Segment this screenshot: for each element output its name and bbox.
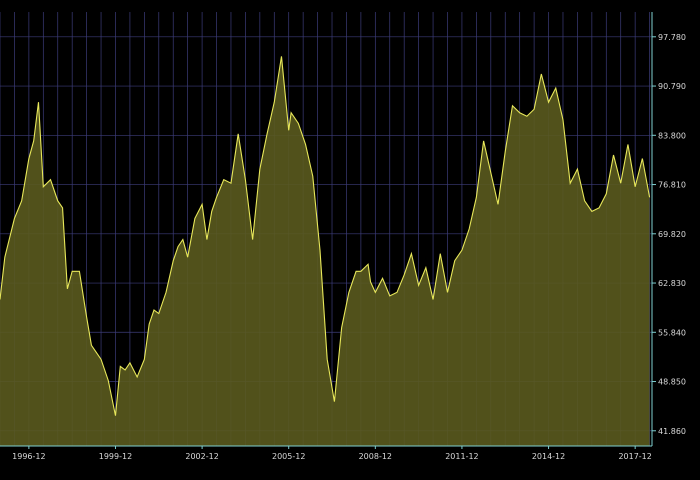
area-chart: 97.780 90.790 83.800 76.810 69.820 62.830 55.8… [0, 0, 700, 480]
x-tick-label: 1996-12 [12, 452, 45, 461]
x-tick-label: 2002-12 [185, 452, 218, 461]
y-tick-label: 90.790 [658, 82, 686, 91]
x-tick-label: 2014-12 [532, 452, 565, 461]
y-tick-label: 97.780 [658, 33, 686, 42]
x-tick-label: 1999-12 [99, 452, 132, 461]
x-tick-label: 2011-12 [445, 452, 478, 461]
x-tick-label: 2005-12 [272, 452, 305, 461]
y-tick-label: 69.820 [658, 230, 686, 239]
y-tick-label: 62.830 [658, 279, 686, 288]
x-tick-label: 2008-12 [359, 452, 392, 461]
x-tick-label: 2017-12 [618, 452, 651, 461]
y-tick-label: 76.810 [658, 181, 686, 190]
y-tick-label: 48.850 [658, 378, 686, 387]
y-tick-label: 83.800 [658, 131, 686, 140]
y-tick-label: 55.840 [658, 328, 686, 337]
y-tick-label: 41.860 [658, 427, 686, 436]
